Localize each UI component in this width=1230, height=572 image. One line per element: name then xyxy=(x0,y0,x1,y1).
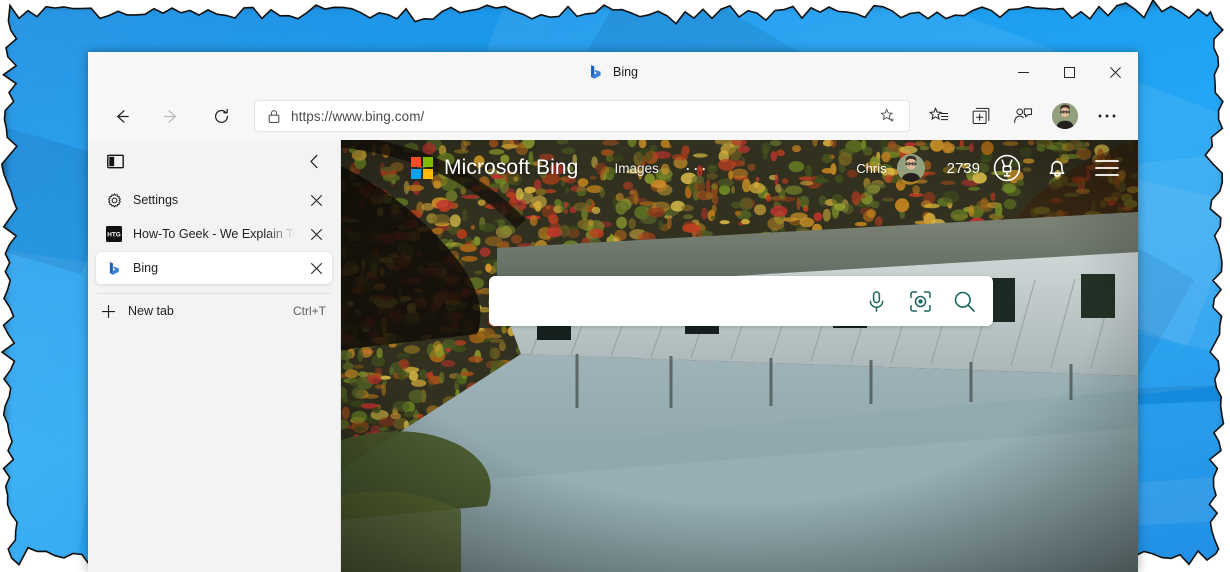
new-tab-button[interactable]: New tab Ctrl+T xyxy=(88,294,340,328)
add-favorite-icon[interactable] xyxy=(873,103,903,129)
tab-close-icon[interactable] xyxy=(306,190,326,210)
bing-user-name: Chris xyxy=(856,160,887,176)
bing-search-box[interactable] xyxy=(489,276,993,326)
gear-icon xyxy=(106,192,122,208)
settings-and-more-icon[interactable] xyxy=(1088,99,1126,133)
browser-toolbar: https://www.bing.com/ xyxy=(88,92,1138,140)
logo-square-green xyxy=(423,157,433,167)
profile-feedback-icon[interactable] xyxy=(1004,99,1042,133)
nav-item-images[interactable]: Images xyxy=(614,161,658,176)
lock-icon xyxy=(268,109,280,123)
tab-item-how-to-geek[interactable]: HTG How-To Geek - We Explain Technology xyxy=(96,218,332,250)
logo-square-blue xyxy=(411,169,421,179)
maximize-button[interactable] xyxy=(1046,52,1092,92)
window-controls xyxy=(1000,52,1138,92)
vertical-tabs-toggle-icon[interactable] xyxy=(103,149,127,173)
vertical-tabs-sidebar: Settings HTG How-To Geek - We Explain T … xyxy=(88,140,341,572)
bing-page: Microsoft Bing Images ··· Chris 2739 xyxy=(341,140,1138,572)
bing-background-photo xyxy=(341,140,1138,572)
window-title: Bing xyxy=(612,65,639,79)
nav-overflow-icon[interactable]: ··· xyxy=(685,159,709,177)
tab-close-icon[interactable] xyxy=(306,224,326,244)
logo-square-yellow xyxy=(423,169,433,179)
bing-brand-title[interactable]: Microsoft Bing xyxy=(444,156,578,180)
minimize-button[interactable] xyxy=(1000,52,1046,92)
tab-title: Bing xyxy=(133,261,159,275)
htg-favicon: HTG xyxy=(106,226,122,242)
rewards-points-count: 2739 xyxy=(946,159,980,177)
new-tab-label: New tab xyxy=(128,304,174,318)
close-button[interactable] xyxy=(1092,52,1138,92)
sidebar-header xyxy=(88,144,340,178)
tab-title: Settings xyxy=(133,193,179,207)
notifications-bell-icon[interactable] xyxy=(1042,153,1072,183)
address-bar[interactable]: https://www.bing.com/ xyxy=(254,100,910,132)
favorites-icon[interactable] xyxy=(920,99,958,133)
plus-icon xyxy=(100,303,116,319)
screenshot-page: Bing https://www.bing.com/ Settings HTG … xyxy=(0,0,1230,572)
bing-header: Microsoft Bing Images ··· Chris 2739 xyxy=(341,140,1138,196)
search-submit-icon[interactable] xyxy=(947,284,981,318)
tab-list: Settings HTG How-To Geek - We Explain T … xyxy=(88,178,340,284)
forward-button[interactable] xyxy=(152,99,190,133)
microphone-icon[interactable] xyxy=(859,284,893,318)
logo-square-red xyxy=(411,157,421,167)
tab-item-bing[interactable]: Bing xyxy=(96,252,332,284)
bing-header-actions: Chris 2739 xyxy=(856,153,1120,183)
rewards-medal-icon[interactable] xyxy=(992,153,1022,183)
collapse-pane-icon[interactable] xyxy=(302,149,326,173)
toolbar-actions xyxy=(920,99,1126,133)
title-bar: Bing xyxy=(88,52,1138,92)
collections-icon[interactable] xyxy=(962,99,1000,133)
bing-favicon xyxy=(591,65,601,79)
htg-favicon-text: HTG xyxy=(107,232,121,239)
new-tab-shortcut: Ctrl+T xyxy=(293,304,326,318)
bing-avatar[interactable] xyxy=(896,154,925,182)
visual-search-icon[interactable] xyxy=(903,284,937,318)
avatar xyxy=(1052,103,1078,129)
hamburger-menu-icon[interactable] xyxy=(1094,155,1120,181)
url-text: https://www.bing.com/ xyxy=(291,108,425,124)
tab-title: How-To Geek - We Explain Technology xyxy=(133,227,295,241)
browser-window: Bing https://www.bing.com/ Settings HTG … xyxy=(88,52,1138,572)
microsoft-logo-icon xyxy=(411,157,433,179)
refresh-button[interactable] xyxy=(202,99,240,133)
tab-close-icon[interactable] xyxy=(306,258,326,278)
background-illustration xyxy=(341,140,1138,572)
back-button[interactable] xyxy=(102,99,140,133)
window-body: Settings HTG How-To Geek - We Explain T … xyxy=(88,140,1138,572)
toolbar-avatar[interactable] xyxy=(1046,99,1084,133)
window-title-group: Bing xyxy=(588,64,638,80)
tab-item-settings[interactable]: Settings xyxy=(96,184,332,216)
bing-favicon xyxy=(106,260,122,276)
